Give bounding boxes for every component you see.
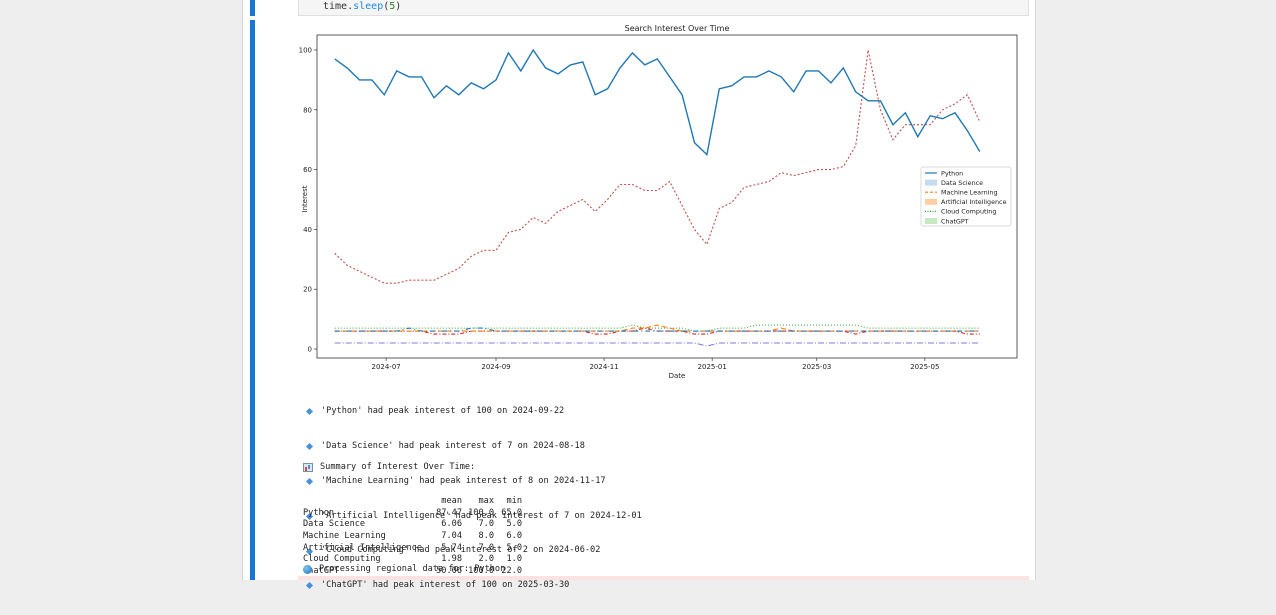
summary-header-row: mean max min xyxy=(303,496,522,508)
plot-frame xyxy=(316,34,1018,359)
legend-label: Machine Learning xyxy=(941,189,998,197)
y-tick-label: 40 xyxy=(303,226,312,234)
output-cell-marker[interactable] xyxy=(250,20,255,580)
column-header: mean xyxy=(441,496,462,507)
peak-line: 'Python' had peak interest of 100 on 202… xyxy=(305,406,642,418)
processing-status: Processing regional data for: Python xyxy=(303,564,505,576)
table-row: Data Science 6.06 7.0 5.0 xyxy=(303,519,522,530)
series-line-overlay xyxy=(334,324,980,332)
legend-label: Cloud Computing xyxy=(941,208,996,216)
interest-line-chart: Search Interest Over Time Date Interest … xyxy=(299,24,1018,380)
globe-icon xyxy=(303,565,312,575)
series-lines xyxy=(334,48,981,347)
y-axis-label: Interest xyxy=(301,185,309,212)
bar-chart-icon xyxy=(303,463,313,473)
series-line-chatgpt xyxy=(334,49,981,284)
legend-label: Artificial Intelligence xyxy=(941,198,1007,206)
legend-label: ChatGPT xyxy=(941,217,969,225)
legend-swatch xyxy=(925,218,937,224)
code-line: time.sleep(5) xyxy=(323,1,402,12)
column-header: min xyxy=(506,496,522,507)
table-row: Python 87.47 100.0 65.0 xyxy=(303,507,522,518)
x-tick-label: 2025-03 xyxy=(802,363,831,371)
legend-label: Data Science xyxy=(941,179,983,187)
y-tick-label: 60 xyxy=(303,166,312,174)
notebook-panel: time.sleep(5) Search Interest Over Time … xyxy=(242,0,1036,590)
input-cell-marker[interactable] xyxy=(250,0,255,16)
bullet-icon xyxy=(305,408,314,416)
code-input-cell[interactable]: time.sleep(5) xyxy=(298,0,1029,16)
y-tick-label: 80 xyxy=(303,106,312,114)
x-tick-label: 2025-01 xyxy=(698,363,727,371)
chart-legend: Python Data Science Machine LearningArtifi… xyxy=(920,166,1012,227)
y-tick-label: 20 xyxy=(303,286,312,294)
bullet-icon xyxy=(305,443,314,451)
x-tick-label: 2024-11 xyxy=(589,363,618,371)
peak-line: 'Data Science' had peak interest of 7 on… xyxy=(305,441,642,453)
legend-swatch xyxy=(925,179,937,186)
summary-title: Summary of Interest Over Time: xyxy=(303,462,475,474)
series-line-python xyxy=(334,48,981,157)
series-line-cloud-computing xyxy=(334,342,980,347)
legend-label: Python xyxy=(941,169,963,177)
x-axis-ticks: 2024-07 2024-09 2024-11 2025-01 2025-03 2025-… xyxy=(371,358,939,371)
stderr-output-strip xyxy=(298,576,1029,580)
x-tick-label: 2024-07 xyxy=(371,363,400,371)
legend-swatch xyxy=(925,198,937,205)
x-axis-label: Date xyxy=(669,372,686,380)
column-header: max xyxy=(478,496,494,507)
table-row: Machine Learning 7.04 8.0 6.0 xyxy=(303,530,522,541)
chart-title: Search Interest Over Time xyxy=(625,24,730,33)
summary-table: mean max min Python 87.47 100.0 65.0 Data S… xyxy=(303,473,522,601)
x-tick-label: 2025-05 xyxy=(910,363,939,371)
x-tick-label: 2024-09 xyxy=(481,363,510,371)
table-row: Artificial Intelligence 5.74 7.0 5.0 xyxy=(303,542,522,553)
y-tick-label: 100 xyxy=(299,46,312,54)
y-tick-label: 0 xyxy=(308,346,312,354)
